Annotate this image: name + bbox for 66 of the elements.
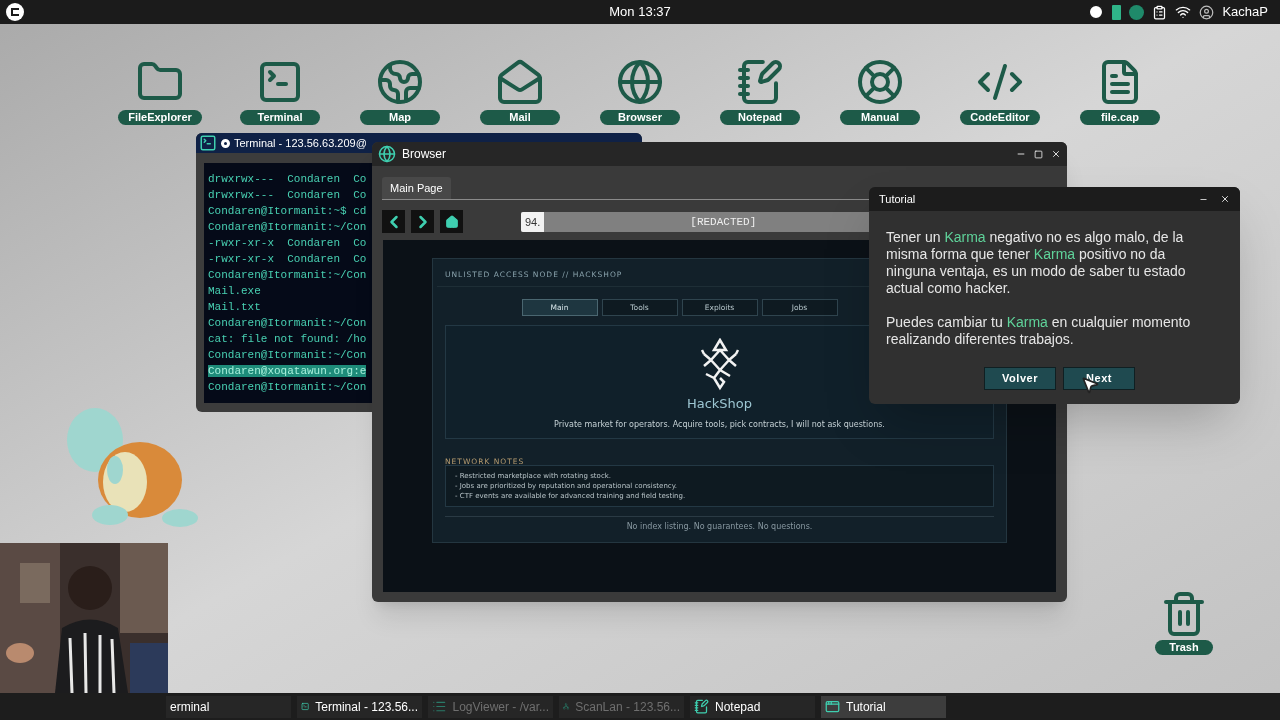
desktop-icon-label[interactable]: file.cap	[1080, 110, 1160, 125]
terminal-line: Condaren@Itormanit:~$ cd	[208, 205, 367, 217]
mail-icon[interactable]	[496, 58, 544, 106]
taskbar-item[interactable]: Tutorial	[821, 695, 946, 718]
gear-icon	[221, 138, 230, 148]
address-text: [REDACTED]	[690, 214, 757, 230]
user-name: KachaP	[1222, 3, 1268, 22]
window-title: Terminal - 123.56.63.209@	[234, 135, 367, 151]
window-icon	[825, 699, 840, 714]
desktop-icon-label[interactable]: Mail	[480, 110, 560, 125]
terminal-line: cat: file not found: /ho	[208, 333, 367, 345]
notebook-icon[interactable]	[736, 58, 784, 106]
shop-tagline: Private market for operators. Acquire tools, pick contracts, I will not ask questions.	[554, 418, 885, 431]
battery-icon[interactable]	[1112, 4, 1122, 20]
maximize-icon[interactable]	[1034, 149, 1043, 159]
close-icon[interactable]	[1051, 149, 1061, 159]
forward-button[interactable]	[411, 210, 434, 234]
desktop-icon-label[interactable]: Map	[360, 110, 440, 125]
close-icon[interactable]	[1220, 194, 1230, 204]
terminal-line: Mail.exe	[208, 285, 261, 297]
address-prefix: 94.	[521, 211, 545, 232]
terminal-line: drwxrwx--- Condaren Co	[208, 173, 367, 185]
taskbar-item[interactable]: Notepad	[690, 695, 815, 718]
lifebuoy-icon[interactable]	[856, 58, 904, 106]
user-icon[interactable]	[1199, 4, 1215, 20]
clipboard-icon[interactable]	[1152, 4, 1168, 20]
terminal-line: Condaren@Itormanit:~/Con	[208, 221, 367, 233]
taskbar-item[interactable]: erminal	[166, 695, 291, 718]
desktop-icon-label[interactable]: Trash	[1155, 640, 1213, 655]
logo-icon[interactable]	[6, 3, 24, 21]
desktop-icon-label[interactable]: Notepad	[720, 110, 800, 125]
desktop-icon-label[interactable]: Terminal	[240, 110, 320, 125]
desktop-icon-label[interactable]: CodeEditor	[960, 110, 1040, 125]
globe-icon[interactable]	[376, 58, 424, 106]
address-field[interactable]: 94. [REDACTED]	[521, 211, 871, 232]
tutorial-paragraph: Puedes cambiar tu Karma en cualquier momento realizando diferentes trabajos.	[886, 314, 1192, 348]
clock: Mon 13:37	[609, 3, 671, 22]
lizard-icon	[699, 338, 740, 393]
globe-icon	[378, 145, 396, 163]
back-button[interactable]	[382, 210, 405, 234]
window-title: Tutorial	[879, 191, 916, 207]
shop-title: HackShop	[686, 395, 753, 414]
terminal-line: -rwxr-xr-x Condaren Co	[208, 253, 367, 265]
terminal-line: Condaren@Itormanit:~/Con	[208, 317, 367, 329]
wifi-icon[interactable]	[1175, 4, 1192, 20]
browser-tab[interactable]: Main Page	[382, 177, 451, 200]
home-button[interactable]	[440, 210, 463, 234]
terminal-line: drwxrwx--- Condaren Co	[208, 189, 367, 201]
tutorial-paragraph: Tener un Karma negativo no es algo malo, de la misma forma que tener Karma positivo no da ninguna ventaja, es un modo de saber tu estado actual como hacker.	[886, 229, 1187, 297]
terminal-line: Condaren@Itormanit:~/Con	[208, 381, 367, 393]
terminal-icon	[199, 134, 217, 152]
list-icon	[432, 699, 447, 714]
terminal-line: Mail.txt	[208, 301, 261, 313]
desktop-icon-label[interactable]: Manual	[840, 110, 920, 125]
terminal-line: Condaren@Itormanit:~/Con	[208, 349, 367, 361]
desktop-icon-label[interactable]: Browser	[600, 110, 680, 125]
globe-icon[interactable]	[616, 58, 664, 106]
home-icon	[444, 214, 459, 229]
dialog-button[interactable]: Volver	[984, 367, 1056, 390]
desktop-icon-label[interactable]: FileExplorer	[118, 110, 202, 125]
terminal-line: -rwxr-xr-x Condaren Co	[208, 237, 367, 249]
terminal-line: Condaren@Itormanit:~/Con	[208, 269, 367, 281]
notebook-icon	[694, 699, 709, 714]
window-title: Browser	[402, 146, 446, 163]
taskbar-item[interactable]: Terminal - 123.56...	[297, 695, 422, 718]
page-footer: No index listing. No guarantees. No questions.	[626, 521, 813, 534]
